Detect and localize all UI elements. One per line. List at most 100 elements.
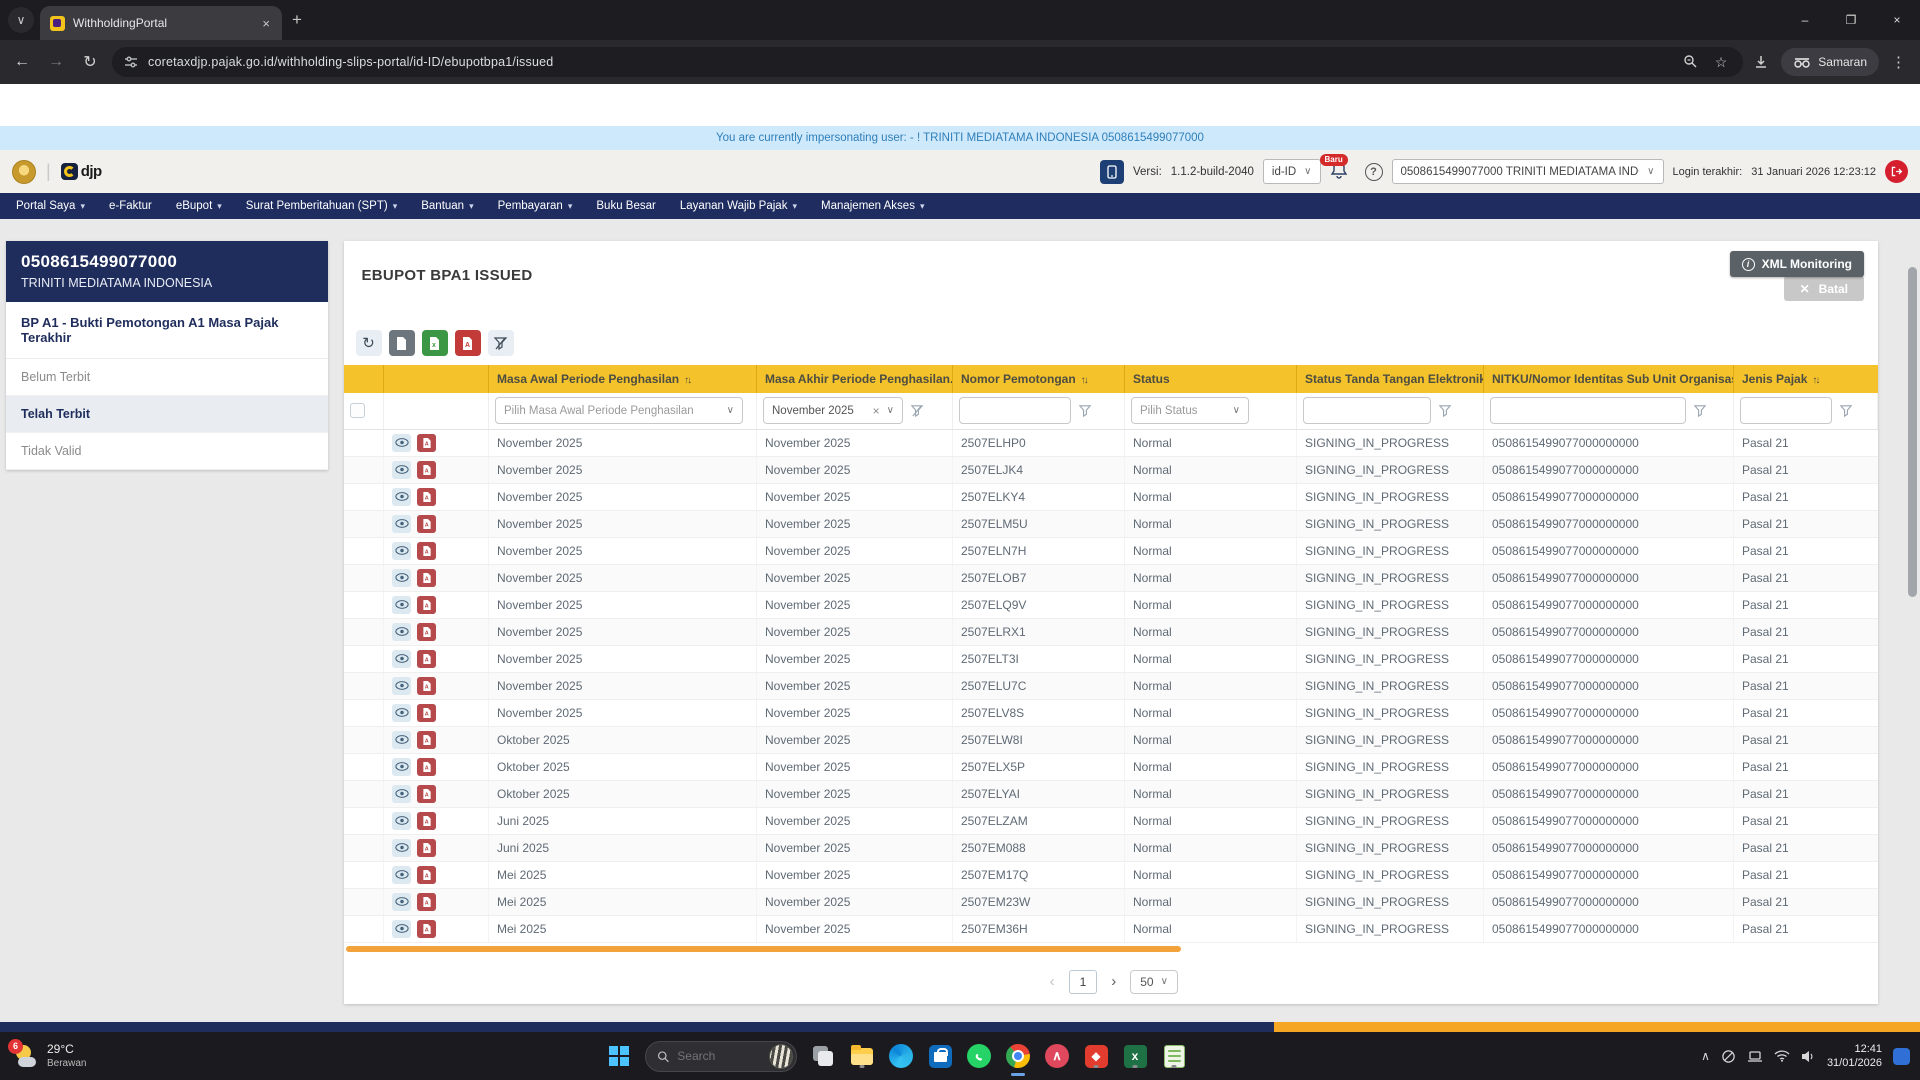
notifications-bell[interactable]: Baru [1330,160,1356,184]
window-minimize-button[interactable]: – [1782,0,1828,40]
address-bar[interactable]: coretaxdjp.pajak.go.id/withholding-slips… [112,47,1743,77]
browser-menu-icon[interactable]: ⋮ [1891,53,1906,71]
filter-status-select[interactable]: Pilih Status ∨ [1131,397,1249,424]
download-pdf-icon[interactable]: A [417,515,436,533]
download-pdf-icon[interactable]: A [417,677,436,695]
notepad-icon[interactable] [1161,1043,1187,1069]
view-eye-icon[interactable] [392,515,411,533]
clear-filter-button[interactable] [488,330,514,356]
view-eye-icon[interactable] [392,596,411,614]
filter-ttd-input[interactable] [1303,397,1431,424]
search-input[interactable] [677,1049,761,1063]
tray-expand-chevron[interactable]: ∧ [1701,1049,1710,1063]
view-eye-icon[interactable] [392,677,411,695]
filter-nomor-input[interactable] [959,397,1071,424]
sort-icon[interactable]: ↑↓ [1812,375,1818,386]
view-eye-icon[interactable] [392,461,411,479]
download-pdf-icon[interactable]: A [417,623,436,641]
export-excel-button[interactable]: x [422,330,448,356]
tab-search-button[interactable]: ∨ [8,7,34,33]
download-pdf-icon[interactable]: A [417,785,436,803]
download-pdf-icon[interactable]: A [417,731,436,749]
nav-item-manajemen-akses[interactable]: Manajemen Akses▾ [821,200,925,212]
logout-button[interactable] [1885,160,1908,183]
wifi-icon[interactable] [1774,1050,1790,1062]
page-size-select[interactable]: 50 ∨ [1130,970,1178,994]
excel-icon[interactable]: x [1122,1043,1148,1069]
vertical-scrollbar[interactable] [1908,267,1917,597]
site-info-icon[interactable] [124,55,138,69]
filter-funnel-icon[interactable] [1839,404,1853,418]
sidebar-item-telah-terbit[interactable]: Telah Terbit [6,396,328,433]
downloads-icon[interactable] [1753,54,1769,70]
download-pdf-icon[interactable]: A [417,812,436,830]
taskbar-clock[interactable]: 12:41 31/01/2026 [1827,1042,1882,1071]
next-page-button[interactable]: › [1105,973,1122,990]
view-eye-icon[interactable] [392,866,411,884]
red-diamond-app-icon[interactable]: ◆ [1083,1043,1109,1069]
download-pdf-icon[interactable]: A [417,893,436,911]
xml-monitoring-button[interactable]: i XML Monitoring [1730,251,1864,277]
current-page-button[interactable]: 1 [1069,970,1098,994]
nav-item-layanan-wajib-pajak[interactable]: Layanan Wajib Pajak▾ [680,200,797,212]
nav-item-surat-pemberitahuan-spt-[interactable]: Surat Pemberitahuan (SPT)▾ [246,200,397,212]
nav-item-e-faktur[interactable]: e-Faktur [109,200,152,212]
sort-icon[interactable]: ↑↓ [1081,375,1087,386]
microsoft-store-icon[interactable] [927,1043,953,1069]
view-eye-icon[interactable] [392,704,411,722]
filter-jenis-input[interactable] [1740,397,1832,424]
clear-icon[interactable]: × [873,404,880,418]
download-pdf-icon[interactable]: A [417,542,436,560]
batal-button[interactable]: ✕ Batal [1784,276,1864,301]
view-eye-icon[interactable] [392,542,411,560]
column-header-masa-awal-periode-penghasilan[interactable]: Masa Awal Periode Penghasilan↑↓ [489,365,757,393]
view-eye-icon[interactable] [392,731,411,749]
view-eye-icon[interactable] [392,758,411,776]
download-pdf-icon[interactable]: A [417,866,436,884]
view-eye-icon[interactable] [392,623,411,641]
sidebar-item-belum-terbit[interactable]: Belum Terbit [6,359,328,396]
notification-center-icon[interactable] [1893,1048,1910,1065]
download-pdf-icon[interactable]: A [417,650,436,668]
back-button[interactable]: ← [10,53,34,71]
window-maximize-button[interactable]: ❐ [1828,0,1874,40]
column-header-nitku-nomor-identitas-sub-unit-organisasi[interactable]: NITKU/Nomor Identitas Sub Unit Organisas… [1484,365,1734,393]
close-tab-icon[interactable]: × [260,16,272,31]
prev-page-button[interactable]: ‹ [1044,973,1061,990]
taskbar-search[interactable] [645,1041,797,1072]
incognito-badge[interactable]: Samaran [1781,48,1879,76]
download-pdf-icon[interactable]: A [417,920,436,938]
nav-item-buku-besar[interactable]: Buku Besar [596,200,655,212]
search-highlight-image[interactable] [769,1044,793,1069]
download-pdf-icon[interactable]: A [417,596,436,614]
speaker-icon[interactable] [1801,1050,1816,1063]
mobile-app-icon[interactable] [1100,160,1124,184]
bookmark-star-icon[interactable]: ☆ [1711,54,1732,71]
account-select[interactable]: 0508615499077000 TRINITI MEDIATAMA INDON… [1392,159,1664,184]
export-pdf-button[interactable]: A [455,330,481,356]
view-eye-icon[interactable] [392,812,411,830]
filter-masa-akhir-select[interactable]: November 2025 × ∨ [763,397,903,424]
window-close-button[interactable]: × [1874,0,1920,40]
download-pdf-icon[interactable]: A [417,569,436,587]
djp-logo[interactable]: djp [61,163,102,180]
column-header-status[interactable]: Status [1125,365,1297,393]
locale-select[interactable]: id-ID ∨ [1263,159,1321,184]
filter-nitku-input[interactable] [1490,397,1686,424]
nav-item-ebupot[interactable]: eBupot▾ [176,200,222,212]
task-view-button[interactable] [810,1043,836,1069]
column-header-jenis-pajak[interactable]: Jenis Pajak↑↓ [1734,365,1878,393]
horizontal-scrollbar[interactable] [346,946,1181,952]
view-eye-icon[interactable] [392,785,411,803]
view-eye-icon[interactable] [392,488,411,506]
tray-ban-icon[interactable] [1721,1049,1736,1064]
refresh-button[interactable]: ↻ [356,330,382,356]
nav-item-portal-saya[interactable]: Portal Saya▾ [16,200,85,212]
nav-item-pembayaran[interactable]: Pembayaran▾ [498,200,573,212]
file-explorer-icon[interactable] [849,1043,875,1069]
download-pdf-icon[interactable]: A [417,839,436,857]
view-eye-icon[interactable] [392,650,411,668]
sidebar-item-tidak-valid[interactable]: Tidak Valid [6,433,328,470]
whatsapp-icon[interactable] [966,1043,992,1069]
help-button[interactable]: ? [1365,163,1383,181]
